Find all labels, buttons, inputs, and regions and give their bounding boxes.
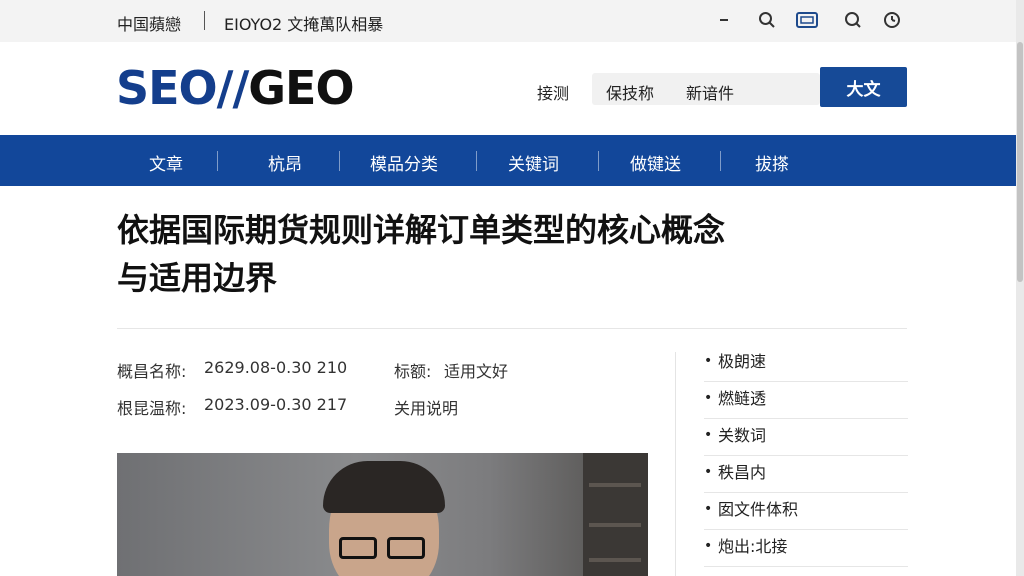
divider [204, 11, 205, 30]
bullet-icon: • [704, 464, 713, 480]
sidebar-item-label: 燃鲢透 [718, 389, 767, 408]
sidebar-item[interactable]: • 囡文件体积 [704, 493, 908, 530]
sidebar-item-label: 囡文件体积 [718, 500, 799, 519]
nav-divider [720, 151, 721, 171]
nav-item-6[interactable]: 拔搽 [755, 150, 789, 175]
search-text-2: 新谙件 [686, 84, 735, 103]
nav-divider [598, 151, 599, 171]
nav-item-5[interactable]: 做键送 [630, 150, 681, 175]
sidebar-item-label: 极朗速 [718, 352, 767, 371]
search-icon[interactable] [843, 10, 863, 30]
logo-geo: GEO [248, 61, 354, 115]
article-image [117, 453, 648, 576]
sidebar-item-label: 关数词 [718, 426, 767, 445]
nav-divider [476, 151, 477, 171]
page: 中国蘋戀 EIOYO2 文掩萬队相暴 SEO//GEO 接测 保技称 新谙件 大… [0, 0, 1024, 576]
search-icon[interactable] [757, 10, 777, 30]
meta-label-2: 根昆温称: [117, 399, 187, 418]
header-link[interactable]: 接测 [537, 80, 569, 104]
scrollbar-thumb[interactable] [1017, 42, 1023, 282]
sidebar-divider [675, 352, 676, 576]
nav-item-categories[interactable]: 模品分类 [370, 150, 438, 175]
nav-item-articles[interactable]: 文章 [149, 150, 183, 175]
meta-tag-label: 标额: [394, 362, 432, 381]
site-brand[interactable]: 中国蘋戀 [117, 11, 181, 35]
sidebar-item-label: 秩昌内 [718, 463, 767, 482]
sidebar-item-label: 炮出:北接 [718, 537, 788, 556]
bookshelf [583, 453, 648, 576]
sidebar-item[interactable]: • 燃鲢透 [704, 382, 908, 419]
meta-value-1: 2629.08-0.30 210 [204, 358, 348, 377]
person-hair [323, 461, 445, 513]
bullet-icon: • [704, 390, 713, 406]
main-nav: 文章 杭昂 模品分类 关键词 做键送 拔搽 [0, 135, 1016, 186]
search-text-1: 保技称 [606, 84, 655, 103]
sidebar-item[interactable]: • 炮出:北接 [704, 530, 908, 567]
minus-icon[interactable] [714, 10, 734, 30]
logo-seo: SEO// [116, 61, 249, 115]
search-box[interactable]: 保技称 新谙件 [592, 73, 820, 105]
divider [117, 328, 907, 329]
site-header: SEO//GEO 接测 保技称 新谙件 大文 [0, 42, 1024, 135]
article-title-line-2: 与适用边界 [117, 259, 278, 297]
sidebar-item[interactable]: • 关数词 [704, 419, 908, 456]
nav-divider [339, 151, 340, 171]
clock-icon[interactable] [882, 10, 902, 30]
scrollbar[interactable] [1016, 0, 1024, 576]
bullet-icon: • [704, 427, 713, 443]
site-tagline: EIOYO2 文掩萬队相暴 [224, 15, 384, 34]
sidebar-item[interactable]: • 极朗速 [704, 345, 908, 382]
top-utility-bar: 中国蘋戀 EIOYO2 文掩萬队相暴 [0, 0, 1024, 42]
article-title-line-1: 依据国际期货规则详解订单类型的核心概念 [117, 211, 726, 249]
screen-icon[interactable] [796, 10, 818, 30]
nav-item-2[interactable]: 杭昂 [268, 150, 302, 175]
meta-tag-value[interactable]: 适用文好 [444, 358, 508, 382]
nav-divider [217, 151, 218, 171]
meta-label-1: 概昌名称: [117, 362, 187, 381]
bullet-icon: • [704, 501, 713, 517]
header-primary-button[interactable]: 大文 [820, 67, 907, 107]
glasses [339, 537, 429, 559]
bullet-icon: • [704, 538, 713, 554]
sidebar-item[interactable]: • 秩昌内 [704, 456, 908, 493]
nav-item-keywords[interactable]: 关键词 [508, 150, 559, 175]
bullet-icon: • [704, 353, 713, 369]
meta-tag-2[interactable]: 关用说明 [394, 395, 458, 419]
site-logo[interactable]: SEO//GEO [116, 60, 355, 116]
article-title: 依据国际期货规则详解订单类型的核心概念 与适用边界 [117, 206, 837, 302]
meta-value-2: 2023.09-0.30 217 [204, 395, 348, 414]
